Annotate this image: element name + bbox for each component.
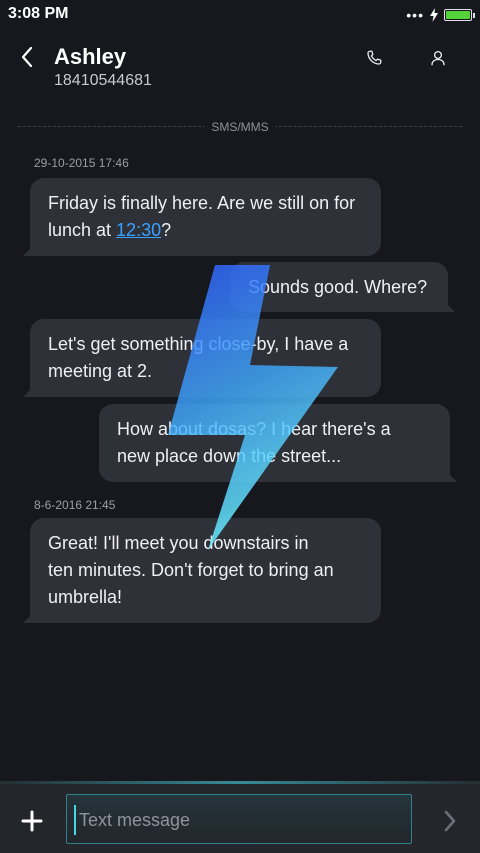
battery-icon xyxy=(444,9,475,21)
message-timestamp: 29-10-2015 17:46 xyxy=(34,156,129,170)
incoming-message[interactable]: Let's get something close-by, I have a m… xyxy=(23,319,381,397)
contact-name: Ashley xyxy=(54,44,127,69)
send-button[interactable] xyxy=(434,805,466,837)
conversation-header: Ashley 18410544681 xyxy=(0,30,480,100)
message-text-line: new place down the street... xyxy=(117,446,342,466)
phone-icon xyxy=(367,50,382,65)
chevron-left-icon xyxy=(21,46,33,68)
signal-dots-icon: ••• xyxy=(406,7,424,23)
status-time: 3:08 PM xyxy=(8,5,69,22)
message-text-line: lunch at 12:30? xyxy=(48,220,172,240)
outgoing-message[interactable]: Sounds good. Where? xyxy=(230,262,455,312)
battery-level xyxy=(446,11,470,19)
status-bar: 3:08 PM ••• xyxy=(0,0,480,30)
channel-label: SMS/MMS xyxy=(205,120,275,134)
call-button[interactable] xyxy=(360,44,388,72)
incoming-message[interactable]: Great! I'll meet you downstairs in ten m… xyxy=(23,518,381,623)
channel-divider: SMS/MMS xyxy=(0,118,480,136)
message-text-line: ten minutes. Don't forget to bring an xyxy=(48,560,334,580)
message-text-line: Great! I'll meet you downstairs in xyxy=(48,533,309,553)
back-button[interactable] xyxy=(14,42,40,72)
message-text-line: Let's get something close-by, I have a xyxy=(48,334,349,354)
message-timestamp: 8-6-2016 21:45 xyxy=(34,498,116,512)
message-text-line: meeting at 2. xyxy=(48,361,153,381)
message-text-line: umbrella! xyxy=(48,587,123,607)
contact-number: 18410544681 xyxy=(54,72,152,89)
outgoing-message[interactable]: How about dosas? I hear there's a new pl… xyxy=(99,404,457,482)
message-text-line: How about dosas? I hear there's a xyxy=(117,419,391,439)
charging-icon xyxy=(430,8,438,22)
plus-icon xyxy=(21,810,43,832)
time-link[interactable]: 12:30 xyxy=(116,220,161,240)
text-message-box xyxy=(66,794,412,845)
message-composer xyxy=(0,781,480,853)
incoming-message[interactable]: Friday is finally here. Are we still on … xyxy=(23,178,381,256)
status-icons: ••• xyxy=(406,6,475,24)
message-text: Sounds good. Where? xyxy=(248,277,428,297)
text-message-input[interactable] xyxy=(77,795,401,845)
contact-profile-button[interactable] xyxy=(424,44,452,72)
chevron-right-icon xyxy=(444,810,456,832)
message-text-line: Friday is finally here. Are we still on … xyxy=(48,193,356,213)
person-icon xyxy=(431,50,445,66)
add-attachment-button[interactable] xyxy=(14,803,50,839)
